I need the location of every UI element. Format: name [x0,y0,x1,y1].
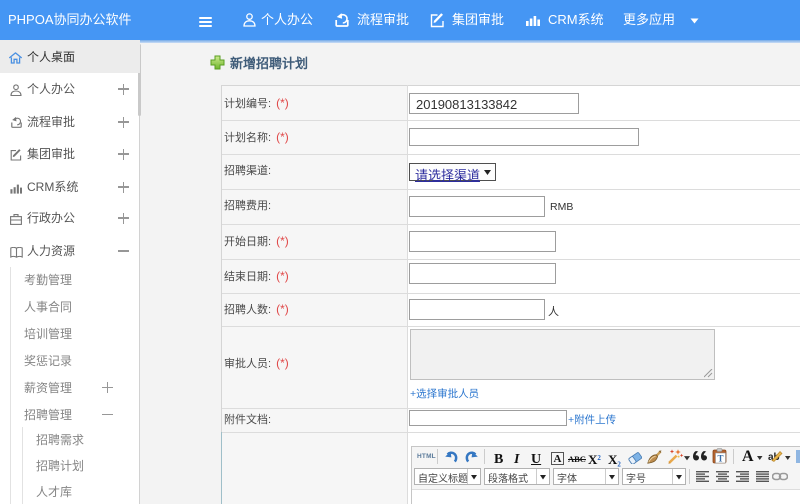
svg-text:T: T [717,454,723,464]
